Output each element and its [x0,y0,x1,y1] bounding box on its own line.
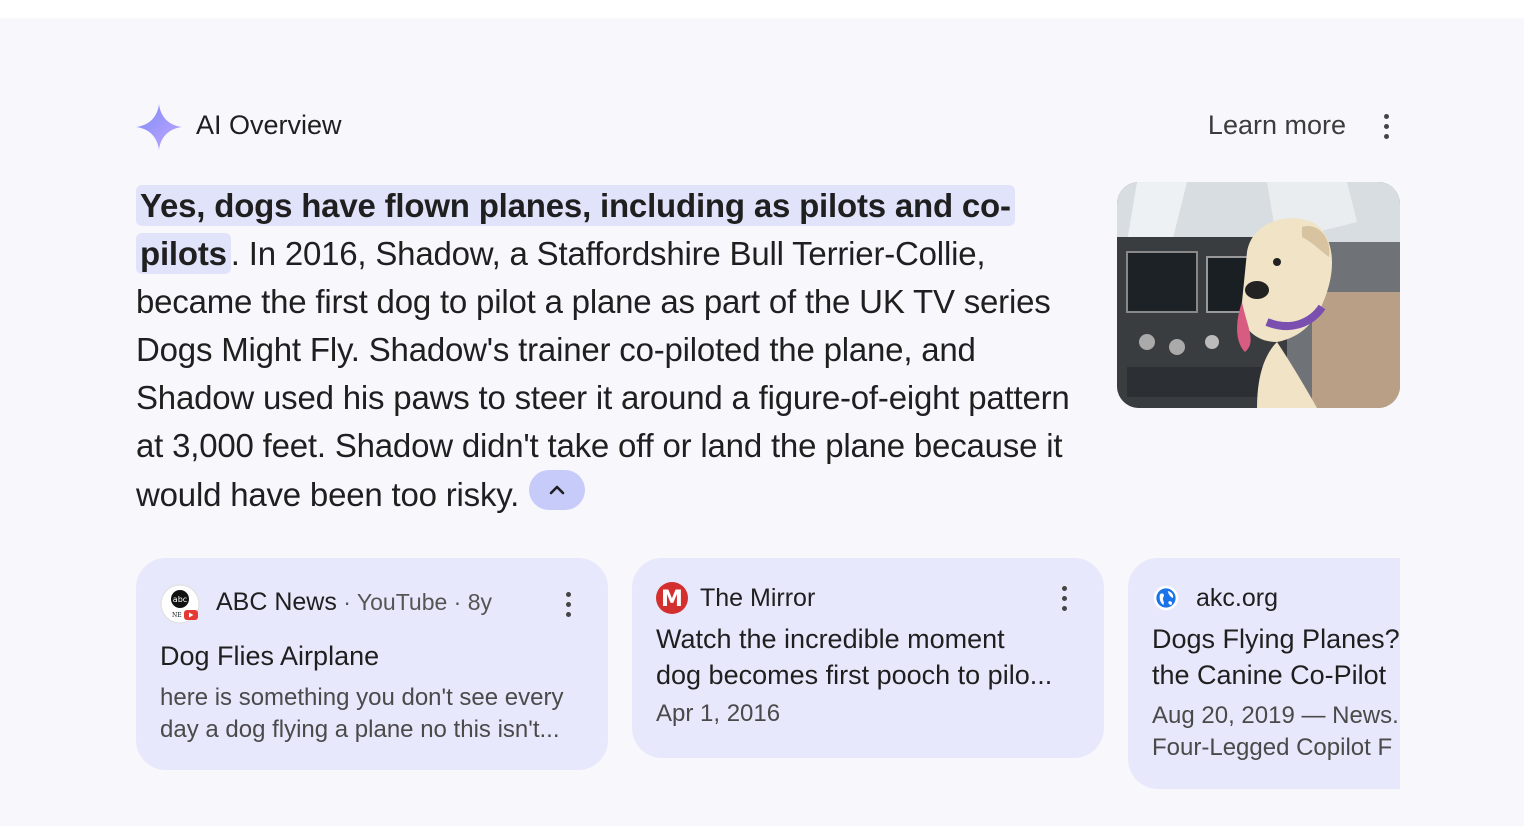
ai-overview-panel: AI Overview Learn more Yes, dogs have fl… [0,18,1524,826]
ai-overview-title: AI Overview [196,110,342,140]
collapse-button[interactable] [529,470,586,510]
ai-overview-header: AI Overview Learn more [136,102,1400,152]
more-options-icon[interactable] [1380,114,1392,142]
source-name: ABC News [216,588,337,616]
source-card-akc[interactable]: akc.org Dogs Flying Planes? the Canine C… [1128,558,1400,789]
source-snippet: Aug 20, 2019 — News. Four-Legged Copilot… [1152,700,1400,764]
snippet-line: Aug 20, 2019 — News. [1152,702,1399,729]
ai-answer-text: Yes, dogs have flown planes, including a… [136,182,1071,519]
title-line: Watch the incredible moment [656,624,1005,654]
answer-body: . In 2016, Shadow, a Staffordshire Bull … [136,235,1070,513]
source-title: Watch the incredible moment dog becomes … [656,621,1086,693]
source-name: The Mirror [700,584,816,612]
sparkle-icon [136,104,182,150]
svg-text:M: M [661,587,683,612]
snippet-line: Four-Legged Copilot F [1152,734,1393,761]
source-more-icon[interactable] [562,592,574,620]
learn-more-link[interactable]: Learn more [1208,110,1346,141]
source-card-abc-news[interactable]: abc NE ABC News · YouTube · 8y Dog Flies… [136,558,608,770]
source-more-icon[interactable] [1058,586,1070,614]
svg-text:abc: abc [173,595,187,604]
source-date: Apr 1, 2016 [656,700,781,727]
svg-text:NE: NE [172,612,182,619]
source-title: Dog Flies Airplane [160,641,380,671]
chevron-up-icon [549,485,565,495]
dog-cockpit-photo [1117,182,1400,408]
snippet-line: day a dog flying a plane no this isn't..… [160,716,560,743]
title-line: the Canine Co-Pilot [1152,660,1387,690]
source-snippet: here is something you don't see every da… [160,682,590,746]
snippet-line: here is something you don't see every [160,684,564,711]
source-meta: · YouTube · 8y [336,589,493,615]
globe-icon [1153,585,1179,611]
the-mirror-favicon-icon: M [656,582,688,614]
title-line: dog becomes first pooch to pilo... [656,660,1053,690]
abc-news-favicon-icon: abc NE [160,584,200,624]
source-card-the-mirror[interactable]: M The Mirror Watch the incredible moment… [632,558,1104,758]
title-line: Dogs Flying Planes? [1152,624,1400,654]
source-name: akc.org [1196,584,1278,612]
source-title: Dogs Flying Planes? the Canine Co-Pilot [1152,621,1400,693]
dog-cockpit-image[interactable] [1117,182,1400,408]
